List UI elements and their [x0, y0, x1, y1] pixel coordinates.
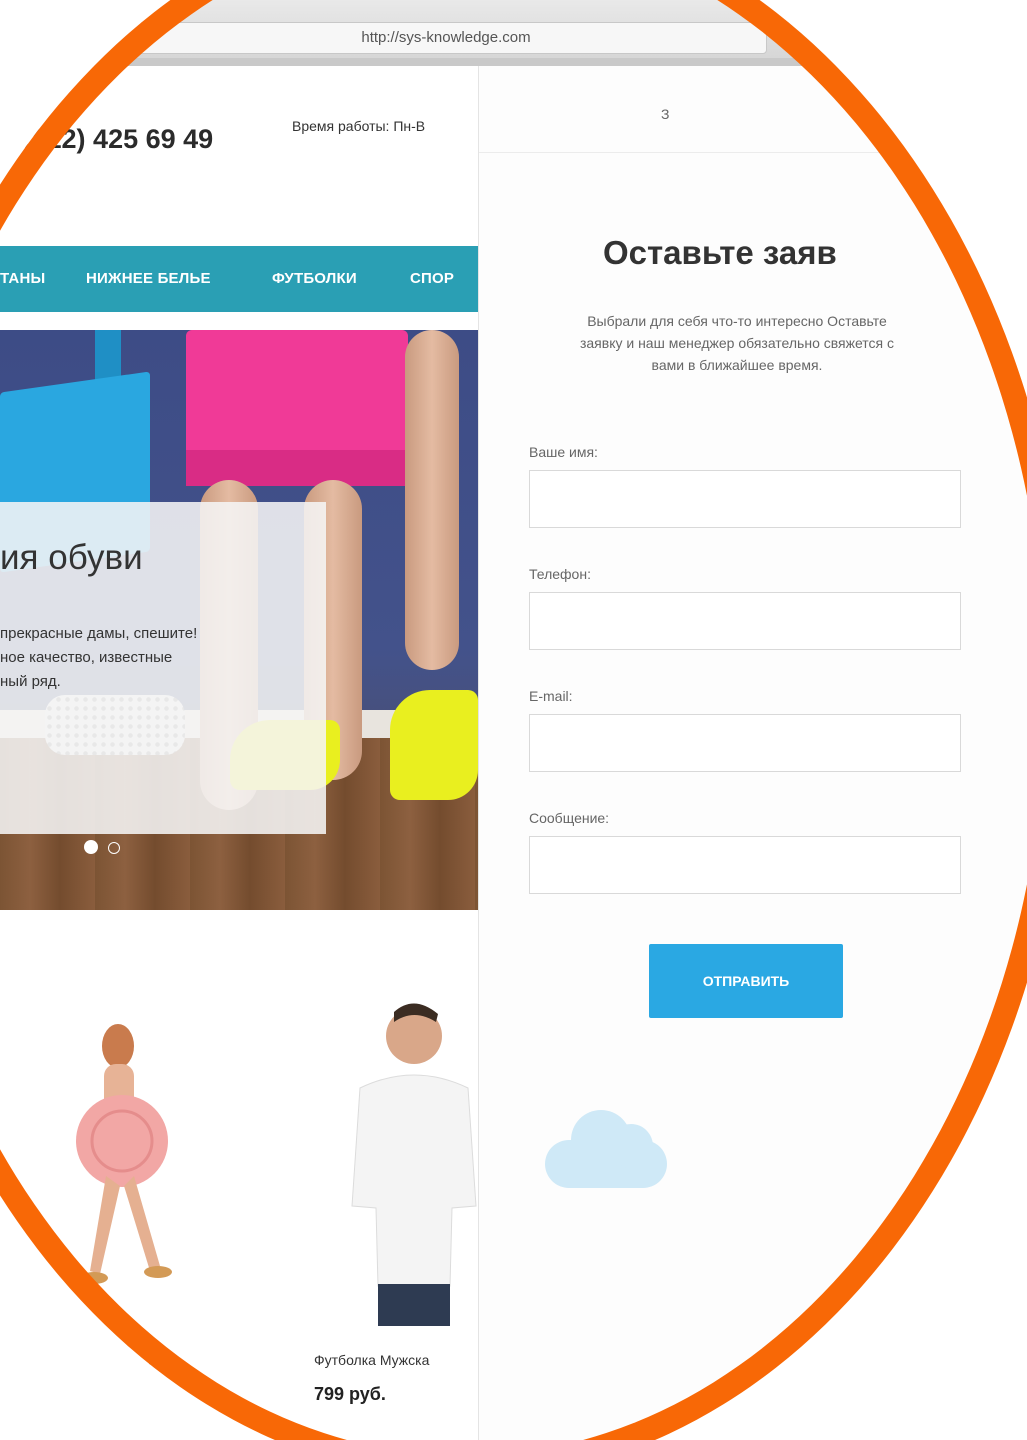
- store-page: 8 (812) 425 69 49 Время работы: Пн-В ТАН…: [0, 66, 478, 1440]
- main-nav: ТАНЫ НИЖНЕЕ БЕЛЬЕ ФУТБОЛКИ СПОР: [0, 246, 478, 312]
- product-image-underwear[interactable]: [60, 1016, 190, 1296]
- product-price: 799 руб.: [314, 1384, 386, 1404]
- product-name[interactable]: Футболка Мужска: [314, 1352, 429, 1368]
- name-input[interactable]: [529, 470, 961, 528]
- screenshot-stage: http://sys-knowledge.com 8 (812) 425 69 …: [0, 0, 1027, 1440]
- slider-dot-active[interactable]: [84, 840, 98, 854]
- request-modal: З Оставьте заяв Выбрали для себя что-то …: [478, 66, 1027, 1440]
- modal-description: Выбрали для себя что-то интересно Оставь…: [579, 313, 895, 373]
- nav-item-sport[interactable]: СПОР: [410, 270, 454, 287]
- phone-input[interactable]: [529, 592, 961, 650]
- product-image-tshirt[interactable]: [340, 996, 478, 1326]
- yellow-shoe-image: [390, 690, 478, 800]
- header-phone[interactable]: 8 (812) 425 69 49: [0, 124, 213, 155]
- email-input[interactable]: [529, 714, 961, 772]
- browser-tab-strip: [0, 58, 1027, 66]
- nav-item-tshirts[interactable]: ФУТБОЛКИ: [272, 270, 357, 287]
- address-bar[interactable]: http://sys-knowledge.com: [125, 22, 767, 54]
- name-label: Ваше имя:: [529, 444, 598, 460]
- nav-item-trousers[interactable]: ТАНЫ: [0, 270, 45, 287]
- hero-slider: ия обуви прекрасные дамы, спешите! ное к…: [0, 330, 478, 910]
- product-price: 079.10 руб. 1 199 руб.: [0, 1384, 153, 1405]
- panel-divider: [479, 152, 1027, 153]
- hero-caption: ия обуви прекрасные дамы, спешите! ное к…: [0, 502, 326, 834]
- product-price-current: 079.10 руб.: [0, 1384, 97, 1404]
- leg-image: [405, 330, 459, 670]
- submit-button[interactable]: ОТПРАВИТЬ: [649, 944, 843, 1018]
- modal-title: Оставьте заяв: [603, 234, 837, 271]
- product-price-old: 1 199 руб.: [100, 1391, 153, 1403]
- message-input[interactable]: [529, 836, 961, 894]
- nav-item-underwear[interactable]: НИЖНЕЕ БЕЛЬЕ: [86, 270, 211, 287]
- product-name[interactable]: ижнее белье Розовое,..: [0, 1352, 152, 1368]
- cloud-icon-side: [609, 1124, 653, 1168]
- message-label: Сообщение:: [529, 810, 610, 826]
- hero-title: ия обуви: [0, 538, 143, 577]
- email-label: E-mail:: [529, 688, 573, 704]
- phone-label: Телефон:: [529, 566, 591, 582]
- panel-top-text: З: [661, 106, 670, 122]
- browser-toolbar: http://sys-knowledge.com: [0, 0, 1027, 61]
- header-hours: Время работы: Пн-В: [292, 118, 426, 134]
- slider-dot[interactable]: [108, 842, 120, 854]
- hero-text: прекрасные дамы, спешите! ное качество, …: [0, 625, 198, 690]
